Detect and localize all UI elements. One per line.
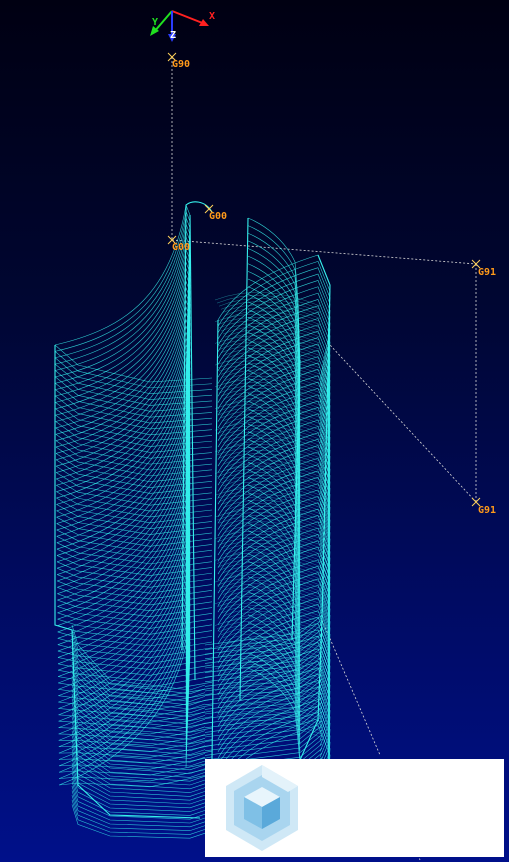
toolpath-layer: [71, 781, 206, 820]
toolpath-layer: [55, 305, 191, 470]
gcode-label-g91-upper: G91: [478, 267, 496, 278]
toolpath-layer: [214, 378, 321, 394]
x-axis-label: X: [209, 11, 215, 22]
toolpath-layer: [214, 704, 321, 719]
toolpath-layer: [317, 254, 331, 286]
x-axis-line: [171, 10, 206, 25]
toolpath-layer: [57, 516, 191, 658]
toolpath-layer: [55, 293, 191, 459]
toolpath-layer: [217, 413, 331, 523]
axis-triad: X Y Z: [150, 10, 215, 42]
z-axis-label: Z: [170, 30, 176, 41]
y-axis-label: Y: [152, 17, 158, 28]
toolpath-layer: [216, 577, 321, 592]
watermark-panel: [205, 759, 504, 857]
gcode-label-g00-start: G00: [172, 242, 190, 253]
toolpath-wireframe: [54, 201, 331, 839]
toolpath-layer: [57, 490, 191, 633]
toolpath-layer: [56, 318, 191, 482]
toolpath-layer: [55, 242, 191, 414]
toolpath-layer: [217, 534, 331, 632]
toolpath-layer: [57, 503, 191, 645]
toolpath-layer: [55, 299, 191, 465]
toolpath-layer: [54, 345, 201, 819]
toolpath-layer: [216, 381, 321, 397]
toolpath-layer: [55, 248, 191, 420]
toolpath-layer: [55, 312, 191, 476]
toolpath-layer: [216, 707, 321, 722]
gcode-label-g00-upper: G00: [209, 211, 227, 222]
toolpath-layer: [214, 574, 321, 589]
toolpath-layer: [217, 597, 331, 689]
cube-logo-icon: [226, 765, 298, 851]
toolpath-layer: [217, 623, 331, 712]
toolpath-layer: [247, 301, 301, 436]
3d-viewport[interactable]: G90 G00 G00 G91 G91 X Y Z: [0, 0, 509, 862]
point-markers: [167, 52, 481, 507]
gcode-label-g90: G90: [172, 59, 190, 70]
toolpath-layer: [214, 443, 321, 459]
gcode-label-g91-lower: G91: [478, 505, 496, 516]
toolpath-layer: [216, 468, 321, 483]
toolpath-layer: [57, 497, 191, 639]
toolpath-layer: [217, 603, 331, 695]
